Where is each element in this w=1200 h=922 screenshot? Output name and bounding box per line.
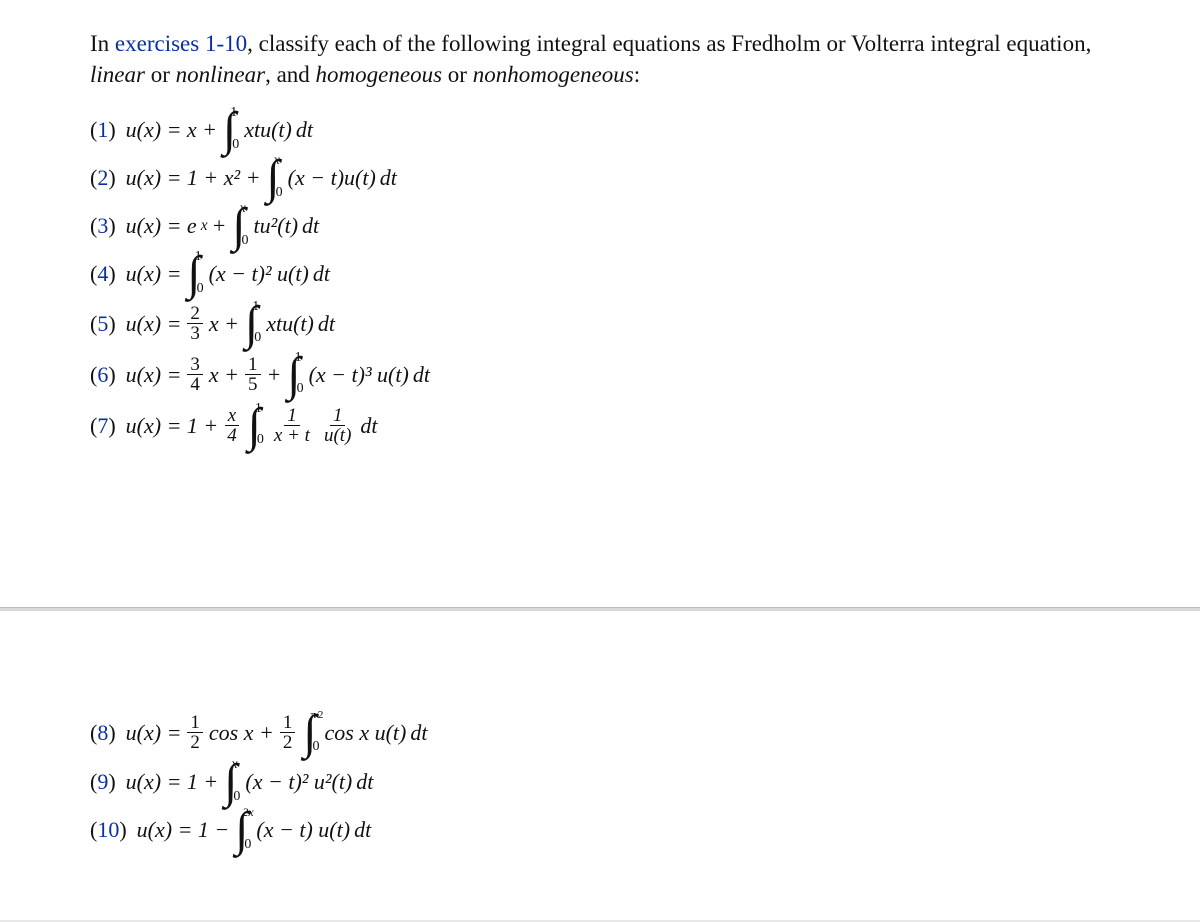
dt: dt	[356, 769, 373, 795]
dt: dt	[360, 411, 377, 441]
page-2: (8) u(x) = 12 cos x + 12 ∫π⁄20 cos x u(t…	[0, 611, 1200, 920]
mid2: +	[267, 360, 282, 390]
fraction: 1u(t)	[321, 406, 354, 445]
equation-9: (9) u(x) = 1 + ∫x0 (x − t)² u²(t) dt	[90, 764, 1110, 800]
eq-number: (5)	[90, 309, 116, 339]
eq-lhs-sup: x	[201, 216, 208, 237]
eq-lhs: u(x) =	[126, 360, 182, 390]
equation-10: (10) u(x) = 1 − ∫2x0 (x − t) u(t) dt	[90, 812, 1110, 848]
whitespace	[90, 457, 1110, 567]
fraction: 1x + t	[271, 406, 313, 445]
eq-lhs: u(x) = 1 +	[126, 769, 219, 795]
intro-tail: :	[634, 62, 640, 87]
integrand: xtu(t)	[244, 115, 292, 145]
eq-lhs: u(x) =	[126, 720, 182, 746]
instructions: In exercises 1-10, classify each of the …	[90, 28, 1110, 90]
integral-icon: ∫2x0	[235, 812, 250, 848]
dt: dt	[302, 211, 319, 241]
integrand: tu²(t)	[254, 211, 298, 241]
equation-4: (4) u(x) = ∫10 (x − t)² u(t) dt	[90, 256, 1110, 292]
page-1: In exercises 1-10, classify each of the …	[0, 0, 1200, 607]
eq-number: (10)	[90, 817, 127, 843]
integral-icon: ∫10	[187, 256, 202, 292]
equation-7: (7) u(x) = 1 + x4 ∫10 1x + t 1u(t) dt	[90, 406, 1110, 445]
integrand: (x − t)² u²(t)	[245, 769, 352, 795]
intro-rest2: , and	[265, 62, 315, 87]
equation-8: (8) u(x) = 12 cos x + 12 ∫π⁄20 cos x u(t…	[90, 713, 1110, 752]
eq-lhs: u(x) = 1 + x² +	[126, 163, 261, 193]
equation-2: (2) u(x) = 1 + x² + ∫x0 (x − t)u(t) dt	[90, 160, 1110, 196]
equation-6: (6) u(x) = 34 x + 15 + ∫10 (x − t)³ u(t)…	[90, 355, 1110, 394]
integrand: (x − t) u(t)	[256, 817, 350, 843]
intro-italic1: linear	[90, 62, 145, 87]
mid: x +	[209, 360, 239, 390]
integrand: (x − t)u(t)	[288, 163, 376, 193]
intro-italic4: nonhomogeneous	[473, 62, 634, 87]
integral-icon: ∫x0	[266, 160, 281, 196]
eq-number: (3)	[90, 211, 116, 241]
intro-or2: or	[442, 62, 473, 87]
eq-lhs: u(x) = 1 −	[137, 817, 230, 843]
integrand: cos x u(t)	[325, 720, 407, 746]
dt: dt	[318, 309, 335, 339]
integral-icon: ∫x0	[232, 208, 247, 244]
intro-lead: In	[90, 31, 115, 56]
integral-icon: ∫10	[223, 112, 238, 148]
fraction: 15	[245, 355, 261, 394]
dt: dt	[296, 115, 313, 145]
equation-3: (3) u(x) = ex + ∫x0 tu²(t) dt	[90, 208, 1110, 244]
equation-5: (5) u(x) = 23 x + ∫10 xtu(t) dt	[90, 304, 1110, 343]
eq-lhs: u(x) = x +	[126, 115, 217, 145]
fraction: 23	[187, 304, 203, 343]
intro-italic3: homogeneous	[316, 62, 442, 87]
mid: cos x +	[209, 720, 274, 746]
eq-number: (8)	[90, 720, 116, 746]
eq-number: (7)	[90, 411, 116, 441]
dt: dt	[380, 163, 397, 193]
eq-lhs: u(x) =	[126, 259, 182, 289]
integral-icon: ∫10	[248, 408, 263, 444]
intro-range: 1-10	[199, 31, 247, 56]
mid: x +	[209, 309, 239, 339]
integrand: (x − t)² u(t)	[209, 259, 309, 289]
integral-icon: ∫π⁄20	[303, 715, 318, 751]
dt: dt	[354, 817, 371, 843]
intro-italic2: nonlinear	[176, 62, 265, 87]
fraction: x4	[224, 406, 240, 445]
eq-number: (2)	[90, 163, 116, 193]
eq-lhs-b: +	[212, 211, 227, 241]
intro-rest1: , classify each of the following integra…	[247, 31, 1091, 56]
dt: dt	[413, 360, 430, 390]
integral-icon: ∫10	[287, 357, 302, 393]
intro-or1: or	[145, 62, 176, 87]
integral-icon: ∫10	[245, 306, 260, 342]
eq-number: (9)	[90, 769, 116, 795]
eq-lhs: u(x) = 1 +	[126, 411, 219, 441]
fraction: 12	[280, 713, 296, 752]
dt: dt	[313, 259, 330, 289]
dt: dt	[410, 720, 427, 746]
integral-icon: ∫x0	[224, 764, 239, 800]
intro-blue: exercises	[115, 31, 199, 56]
integrand: (x − t)³ u(t)	[309, 360, 409, 390]
page: In exercises 1-10, classify each of the …	[0, 0, 1200, 920]
fraction: 34	[187, 355, 203, 394]
fraction: 12	[187, 713, 203, 752]
eq-number: (1)	[90, 115, 116, 145]
eq-number: (6)	[90, 360, 116, 390]
eq-number: (4)	[90, 259, 116, 289]
eq-lhs-a: u(x) = e	[126, 211, 197, 241]
integrand: xtu(t)	[266, 309, 314, 339]
equation-1: (1) u(x) = x + ∫10 xtu(t) dt	[90, 112, 1110, 148]
eq-lhs: u(x) =	[126, 309, 182, 339]
